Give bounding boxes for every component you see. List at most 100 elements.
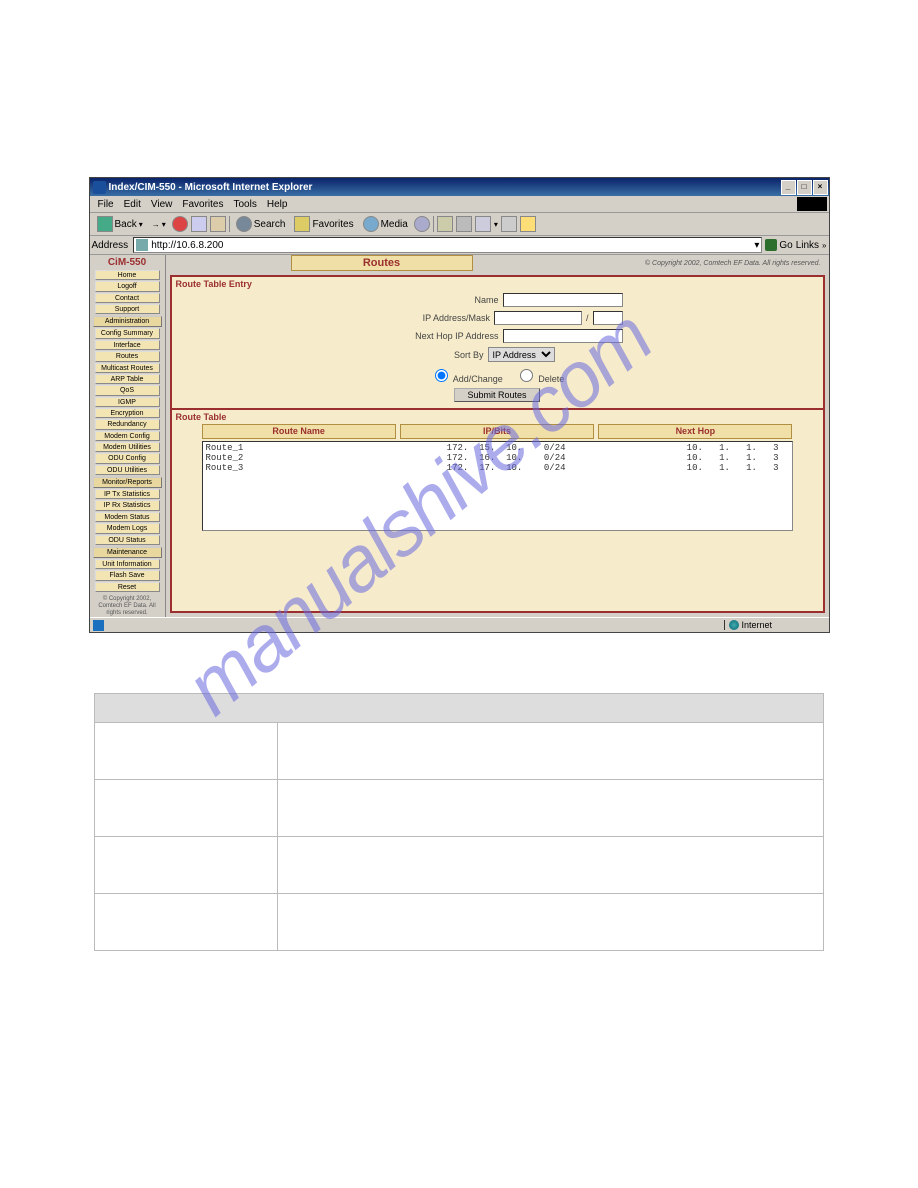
refresh-icon[interactable] — [191, 216, 207, 232]
ip-address-input[interactable] — [494, 311, 582, 325]
sidebar-item-unit-info[interactable]: Unit Information — [95, 559, 160, 569]
menu-edit[interactable]: Edit — [120, 199, 145, 210]
links-button[interactable]: Links — [796, 240, 819, 251]
toolbar: Back ▾ → ▾ Search Favorites Media ▾ — [90, 213, 829, 236]
edit-icon[interactable] — [475, 216, 491, 232]
submit-routes-button[interactable]: Submit Routes — [454, 388, 539, 402]
sidebar-item-multicast-routes[interactable]: Multicast Routes — [95, 363, 160, 373]
sidebar-item-arp-table[interactable]: ARP Table — [95, 374, 160, 384]
address-input[interactable]: http://10.6.8.200 ▾ — [133, 237, 762, 253]
name-input[interactable] — [503, 293, 623, 307]
content-area: CiM-550 Home Logoff Contact Support Admi… — [90, 255, 829, 617]
home-icon[interactable] — [210, 216, 226, 232]
media-button[interactable]: Media — [360, 215, 411, 233]
page-title: Routes — [291, 255, 473, 271]
nexthop-input[interactable] — [503, 329, 623, 343]
sidebar-item-odu-status[interactable]: ODU Status — [95, 535, 160, 545]
desc-th-right — [278, 694, 824, 723]
sidebar-item-qos[interactable]: QoS — [95, 385, 160, 395]
back-button[interactable]: Back ▾ — [94, 215, 146, 233]
sidebar-item-modem-logs[interactable]: Modem Logs — [95, 523, 160, 533]
sidebar-item-contact[interactable]: Contact — [95, 293, 160, 303]
menu-view[interactable]: View — [147, 199, 177, 210]
route-table-grid: Route Name IP/Bits Next Hop Route_1172. … — [202, 424, 793, 531]
add-change-radio-input[interactable] — [435, 369, 448, 382]
back-icon — [97, 216, 113, 232]
search-label: Search — [254, 219, 286, 230]
media-icon — [363, 216, 379, 232]
sidebar-item-igmp[interactable]: IGMP — [95, 397, 160, 407]
chevron-down-icon: ▾ — [162, 220, 166, 229]
route-table-body[interactable]: Route_1172. 15. 10. 0/2410. 1. 1. 3Route… — [202, 441, 793, 531]
sidebar-item-modem-config[interactable]: Modem Config — [95, 431, 160, 441]
minimize-button[interactable]: _ — [781, 180, 796, 195]
sidebar-item-routes[interactable]: Routes — [95, 351, 160, 361]
sidebar-item-odu-config[interactable]: ODU Config — [95, 453, 160, 463]
sidebar-item-odu-utilities[interactable]: ODU Utilities — [95, 465, 160, 475]
route-table-heading: Route Table — [172, 410, 823, 424]
table-row[interactable]: Route_3172. 17. 10. 0/2410. 1. 1. 3 — [206, 463, 789, 473]
go-button[interactable]: Go — [765, 239, 792, 251]
forward-button[interactable]: → ▾ — [149, 219, 169, 230]
sidebar-section-monitor: Monitor/Reports — [93, 477, 162, 488]
table-row[interactable]: Route_1172. 15. 10. 0/2410. 1. 1. 3 — [206, 443, 789, 453]
links-expand-icon[interactable]: » — [822, 241, 826, 250]
desc-th-left — [95, 694, 278, 723]
ie-logo-icon — [93, 181, 106, 194]
sidebar-item-ip-tx[interactable]: IP Tx Statistics — [95, 489, 160, 499]
sidebar-item-modem-utilities[interactable]: Modem Utilities — [95, 442, 160, 452]
menu-file[interactable]: File — [94, 199, 118, 210]
history-icon[interactable] — [414, 216, 430, 232]
close-button[interactable]: × — [813, 180, 828, 195]
sidebar-item-ip-rx[interactable]: IP Rx Statistics — [95, 500, 160, 510]
address-value: http://10.6.8.200 — [151, 240, 223, 251]
name-label: Name — [474, 295, 498, 305]
sidebar-item-encryption[interactable]: Encryption — [95, 408, 160, 418]
header-row: Routes © Copyright 2002, Comtech EF Data… — [166, 255, 829, 271]
sidebar-item-home[interactable]: Home — [95, 270, 160, 280]
add-change-label: Add/Change — [453, 374, 503, 384]
sidebar-footer: © Copyright 2002, Comtech EF Data. All r… — [90, 596, 165, 617]
delete-label: Delete — [538, 374, 564, 384]
sidebar-item-reset[interactable]: Reset — [95, 582, 160, 592]
statusbar: Internet — [90, 617, 829, 632]
sidebar-item-config-summary[interactable]: Config Summary — [95, 328, 160, 338]
messenger-icon[interactable] — [520, 216, 536, 232]
window-title: Index/CIM-550 - Microsoft Internet Explo… — [109, 182, 313, 193]
chevron-down-icon[interactable]: ▾ — [754, 240, 759, 251]
status-done — [90, 619, 724, 630]
globe-icon — [729, 620, 739, 630]
mask-input[interactable] — [593, 311, 623, 325]
favorites-button[interactable]: Favorites — [291, 215, 356, 233]
sortby-select[interactable]: IP Address — [488, 347, 555, 362]
mail-icon[interactable] — [437, 216, 453, 232]
sidebar-item-modem-status[interactable]: Modem Status — [95, 512, 160, 522]
browser-window: Index/CIM-550 - Microsoft Internet Explo… — [89, 177, 830, 633]
col-ip-bits: IP/Bits — [400, 424, 594, 439]
menu-tools[interactable]: Tools — [229, 199, 260, 210]
zone-label: Internet — [742, 620, 773, 630]
stop-icon[interactable] — [172, 216, 188, 232]
search-icon — [236, 216, 252, 232]
print-icon[interactable] — [456, 216, 472, 232]
favorites-label: Favorites — [312, 219, 353, 230]
col-next-hop: Next Hop — [598, 424, 792, 439]
sidebar-item-redundancy[interactable]: Redundancy — [95, 419, 160, 429]
table-row[interactable]: Route_2172. 16. 10. 0/2410. 1. 1. 3 — [206, 453, 789, 463]
delete-radio-input[interactable] — [520, 369, 533, 382]
go-icon — [765, 239, 777, 251]
sidebar-item-interface[interactable]: Interface — [95, 340, 160, 350]
maximize-button[interactable]: □ — [797, 180, 812, 195]
menu-favorites[interactable]: Favorites — [178, 199, 227, 210]
sidebar-section-maintenance: Maintenance — [93, 547, 162, 558]
discuss-icon[interactable] — [501, 216, 517, 232]
add-change-radio[interactable]: Add/Change — [430, 366, 503, 384]
sidebar-item-flash-save[interactable]: Flash Save — [95, 570, 160, 580]
media-label: Media — [381, 219, 408, 230]
sidebar-item-logoff[interactable]: Logoff — [95, 281, 160, 291]
search-button[interactable]: Search — [233, 215, 289, 233]
sortby-label: Sort By — [454, 350, 484, 360]
sidebar-item-support[interactable]: Support — [95, 304, 160, 314]
delete-radio[interactable]: Delete — [515, 366, 565, 384]
menu-help[interactable]: Help — [263, 199, 292, 210]
